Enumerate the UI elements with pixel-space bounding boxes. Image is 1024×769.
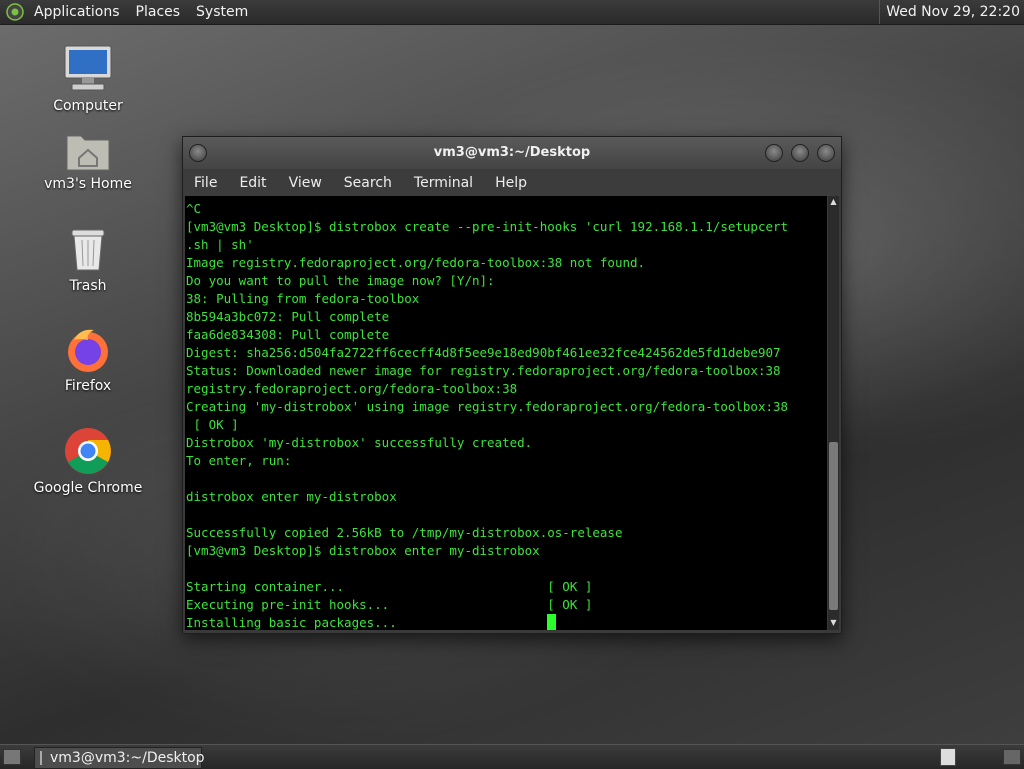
terminal-line: [vm3@vm3 Desktop]$ distrobox enter my-di… <box>186 543 540 558</box>
places-menu[interactable]: Places <box>128 4 189 20</box>
terminal-line: registry.fedoraproject.org/fedora-toolbo… <box>186 381 518 396</box>
terminal-line: Distrobox 'my-distrobox' successfully cr… <box>186 435 533 450</box>
terminal-line: Do you want to pull the image now? [Y/n]… <box>186 273 495 288</box>
trash-applet-icon[interactable] <box>1003 749 1021 765</box>
menu-search[interactable]: Search <box>333 175 403 191</box>
terminal-line: Installing basic packages... <box>186 615 548 630</box>
computer-icon <box>64 45 112 91</box>
gnome-foot-icon[interactable] <box>6 3 24 21</box>
menu-help[interactable]: Help <box>484 175 538 191</box>
terminal-text: ^C [vm3@vm3 Desktop]$ distrobox create -… <box>185 196 827 630</box>
terminal-line: Starting container... [ OK ] <box>186 579 593 594</box>
terminal-line: Digest: sha256:d504fa2722ff6cecff4d8f5ee… <box>186 345 781 360</box>
taskbar-window-button[interactable]: vm3@vm3:~/Desktop <box>34 747 205 769</box>
maximize-button[interactable] <box>791 144 809 162</box>
taskbar-window-label: vm3@vm3:~/Desktop <box>50 750 205 766</box>
chrome-icon <box>65 428 111 474</box>
scroll-down-icon[interactable]: ▼ <box>829 618 838 628</box>
desktop-icon-label: Google Chrome <box>33 480 143 496</box>
menu-edit[interactable]: Edit <box>228 175 277 191</box>
terminal-output[interactable]: ^C [vm3@vm3 Desktop]$ distrobox create -… <box>185 196 827 630</box>
menu-terminal[interactable]: Terminal <box>403 175 484 191</box>
desktop-icon-firefox[interactable]: Firefox <box>33 326 143 394</box>
terminal-line: Executing pre-init hooks... [ OK ] <box>186 597 593 612</box>
terminal-window[interactable]: vm3@vm3:~/Desktop File Edit View Search … <box>182 136 842 634</box>
terminal-line: 38: Pulling from fedora-toolbox <box>186 291 420 306</box>
window-titlebar[interactable]: vm3@vm3:~/Desktop <box>183 137 841 169</box>
terminal-line: [vm3@vm3 Desktop]$ distrobox create --pr… <box>186 219 789 234</box>
menu-view[interactable]: View <box>278 175 333 191</box>
terminal-line: .sh | sh' <box>186 237 254 252</box>
desktop-icon-chrome[interactable]: Google Chrome <box>33 426 143 496</box>
terminal-icon <box>40 751 42 765</box>
clock[interactable]: Wed Nov 29, 22:20 <box>879 0 1020 24</box>
terminal-cursor <box>547 614 557 630</box>
terminal-line: ^C <box>186 201 202 216</box>
terminal-line: Status: Downloaded newer image for regis… <box>186 363 781 378</box>
terminal-line: Image registry.fedoraproject.org/fedora-… <box>186 255 646 270</box>
terminal-line: Successfully copied 2.56kB to /tmp/my-di… <box>186 525 623 540</box>
firefox-icon <box>68 329 108 372</box>
show-desktop-icon[interactable] <box>3 749 21 765</box>
terminal-line: Creating 'my-distrobox' using image regi… <box>186 399 789 414</box>
terminal-line: 8b594a3bc072: Pull complete <box>186 309 390 324</box>
scrollbar-thumb[interactable] <box>829 442 838 610</box>
terminal-menubar: File Edit View Search Terminal Help <box>183 169 841 196</box>
terminal-line: To enter, run: <box>186 453 292 468</box>
applications-menu[interactable]: Applications <box>26 4 128 20</box>
desktop-icon-home[interactable]: vm3's Home <box>33 128 143 192</box>
system-menu[interactable]: System <box>188 4 256 20</box>
workspace-switcher-icon[interactable] <box>940 748 956 766</box>
bottom-panel: vm3@vm3:~/Desktop <box>0 744 1024 769</box>
home-folder-icon <box>66 135 110 171</box>
desktop-icon-label: vm3's Home <box>44 176 132 192</box>
close-button[interactable] <box>817 144 835 162</box>
terminal-line: [ OK ] <box>186 417 239 432</box>
desktop-icon-label: Firefox <box>64 378 112 394</box>
window-title: vm3@vm3:~/Desktop <box>433 145 591 160</box>
scroll-up-icon[interactable]: ▲ <box>829 197 838 207</box>
window-menu-button[interactable] <box>189 144 207 162</box>
top-panel: Applications Places System Wed Nov 29, 2… <box>0 0 1024 25</box>
menu-file[interactable]: File <box>183 175 228 191</box>
desktop-icon-trash[interactable]: Trash <box>33 226 143 294</box>
trash-icon <box>71 229 105 271</box>
minimize-button[interactable] <box>765 144 783 162</box>
desktop-icon-label: Trash <box>69 278 107 294</box>
terminal-scrollbar[interactable]: ▲ ▼ <box>828 196 839 630</box>
desktop-icon-computer[interactable]: Computer <box>33 44 143 114</box>
terminal-line: distrobox enter my-distrobox <box>186 489 397 504</box>
desktop-icon-label: Computer <box>53 98 123 114</box>
terminal-line: faa6de834308: Pull complete <box>186 327 390 342</box>
